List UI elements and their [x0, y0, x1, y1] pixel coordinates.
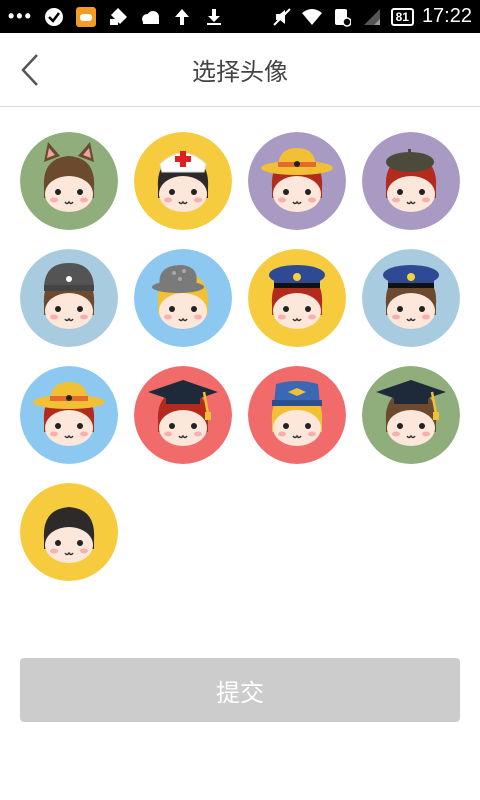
avatar-face-icon	[20, 366, 118, 464]
avatar-option[interactable]	[20, 249, 118, 347]
avatar-face-icon	[20, 249, 118, 347]
avatar-grid	[0, 107, 480, 607]
status-bar: ••• 81 17:22	[0, 0, 480, 33]
sim-icon	[331, 7, 353, 27]
signal-icon	[361, 7, 383, 27]
avatar-face-icon	[20, 483, 118, 581]
avatar-option[interactable]	[248, 249, 346, 347]
avatar-option[interactable]	[20, 366, 118, 464]
submit-button[interactable]: 提交	[20, 658, 460, 722]
mute-icon	[271, 7, 293, 27]
game-icon	[75, 6, 97, 27]
avatar-face-icon	[248, 366, 346, 464]
avatar-option[interactable]	[248, 366, 346, 464]
app-header: 选择头像	[0, 33, 480, 107]
download-icon	[203, 7, 225, 27]
avatar-option[interactable]	[134, 132, 232, 230]
avatar-option[interactable]	[362, 366, 460, 464]
avatar-face-icon	[248, 132, 346, 230]
avatar-option[interactable]	[248, 132, 346, 230]
status-left: •••	[8, 6, 225, 27]
avatar-option[interactable]	[134, 249, 232, 347]
avatar-face-icon	[134, 132, 232, 230]
avatar-option[interactable]	[362, 132, 460, 230]
avatar-face-icon	[362, 366, 460, 464]
wifi-icon	[301, 7, 323, 27]
avatar-option[interactable]	[20, 483, 118, 581]
avatar-option[interactable]	[362, 249, 460, 347]
battery-icon: 81	[390, 7, 414, 26]
avatar-option[interactable]	[20, 132, 118, 230]
avatar-face-icon	[362, 132, 460, 230]
upload-icon	[171, 7, 193, 27]
avatar-option[interactable]	[134, 366, 232, 464]
back-button[interactable]	[14, 53, 46, 87]
avatar-face-icon	[248, 249, 346, 347]
overflow-dots-icon: •••	[8, 6, 33, 26]
weather-icon	[139, 7, 161, 27]
check-circle-icon	[43, 7, 65, 27]
chevron-left-icon	[21, 54, 38, 86]
tag-icon	[107, 7, 129, 27]
avatar-face-icon	[20, 132, 118, 230]
status-right: 81 17:22	[271, 5, 472, 28]
avatar-face-icon	[134, 249, 232, 347]
clock: 17:22	[421, 5, 472, 27]
page-title: 选择头像	[192, 58, 288, 86]
avatar-face-icon	[134, 366, 232, 464]
avatar-face-icon	[362, 249, 460, 347]
